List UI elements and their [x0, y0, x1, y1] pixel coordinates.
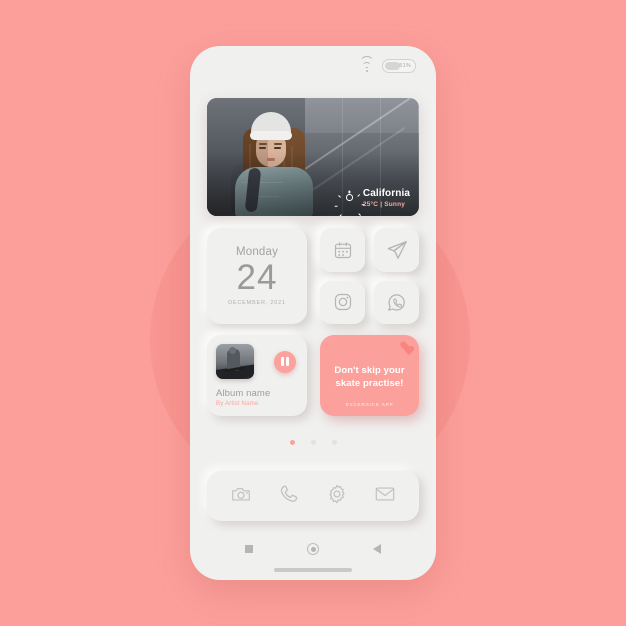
app-tile-whatsapp[interactable] — [374, 280, 419, 324]
sun-icon — [334, 190, 365, 216]
back-button[interactable] — [373, 544, 381, 554]
home-button[interactable] — [307, 543, 319, 555]
camera-icon — [230, 483, 252, 510]
date-month-year: DECEMBER, 2021 — [228, 299, 286, 306]
app-tile-calendar[interactable] — [320, 228, 365, 272]
battery-fill — [385, 62, 400, 70]
battery-percent-label: 51% — [399, 63, 411, 69]
whatsapp-icon — [386, 292, 407, 313]
page-indicator — [190, 440, 436, 445]
date-widget[interactable]: Monday 24 DECEMBER, 2021 — [207, 228, 307, 324]
mail-icon — [374, 483, 396, 510]
dock-item-camera[interactable] — [230, 483, 252, 510]
dock-bar — [207, 471, 419, 521]
page-dot-2[interactable] — [310, 440, 316, 445]
album-title: Album name — [216, 388, 271, 399]
music-player-widget[interactable]: Album name By Artist Name — [207, 335, 307, 416]
battery-icon: 51% — [382, 59, 416, 73]
wifi-icon — [359, 56, 374, 72]
promo-message: Don't skip your skate practise! — [334, 364, 405, 389]
weather-readout: California 25°C | Sunny — [334, 187, 410, 216]
promo-source: EXCERSICE APP — [345, 403, 394, 408]
telegram-send-icon — [386, 239, 408, 261]
promo-card[interactable]: Don't skip your skate practise! EXCERSIC… — [320, 335, 419, 416]
weather-conditions: 25°C | Sunny — [362, 200, 406, 208]
dock-item-phone[interactable] — [278, 483, 300, 510]
gear-icon — [326, 483, 348, 510]
app-icon-grid — [320, 228, 419, 324]
dock-item-settings[interactable] — [326, 483, 348, 510]
pause-button[interactable] — [274, 350, 296, 373]
status-bar: 51% — [190, 46, 436, 86]
calendar-icon — [333, 240, 353, 260]
page-dot-3[interactable] — [331, 440, 337, 445]
hero-weather-card[interactable]: California 25°C | Sunny — [207, 98, 419, 216]
page-dot-1[interactable] — [289, 440, 295, 445]
heart-icon[interactable] — [400, 342, 411, 352]
recent-apps-button[interactable] — [245, 545, 253, 553]
dock-item-mail[interactable] — [374, 483, 396, 510]
artist-name: By Artist Name — [216, 401, 259, 407]
android-nav-bar — [190, 536, 436, 562]
instagram-icon — [333, 292, 353, 312]
date-day-number: 24 — [236, 258, 278, 298]
home-indicator[interactable] — [274, 568, 352, 572]
phone-frame: 51% California 25°C | Sunny Monday 24 DE… — [190, 46, 436, 580]
app-tile-telegram[interactable] — [374, 228, 419, 272]
date-weekday: Monday — [235, 246, 279, 259]
app-tile-instagram[interactable] — [320, 280, 365, 324]
phone-icon — [278, 483, 300, 510]
album-art — [216, 344, 254, 379]
weather-city: California — [362, 187, 410, 199]
